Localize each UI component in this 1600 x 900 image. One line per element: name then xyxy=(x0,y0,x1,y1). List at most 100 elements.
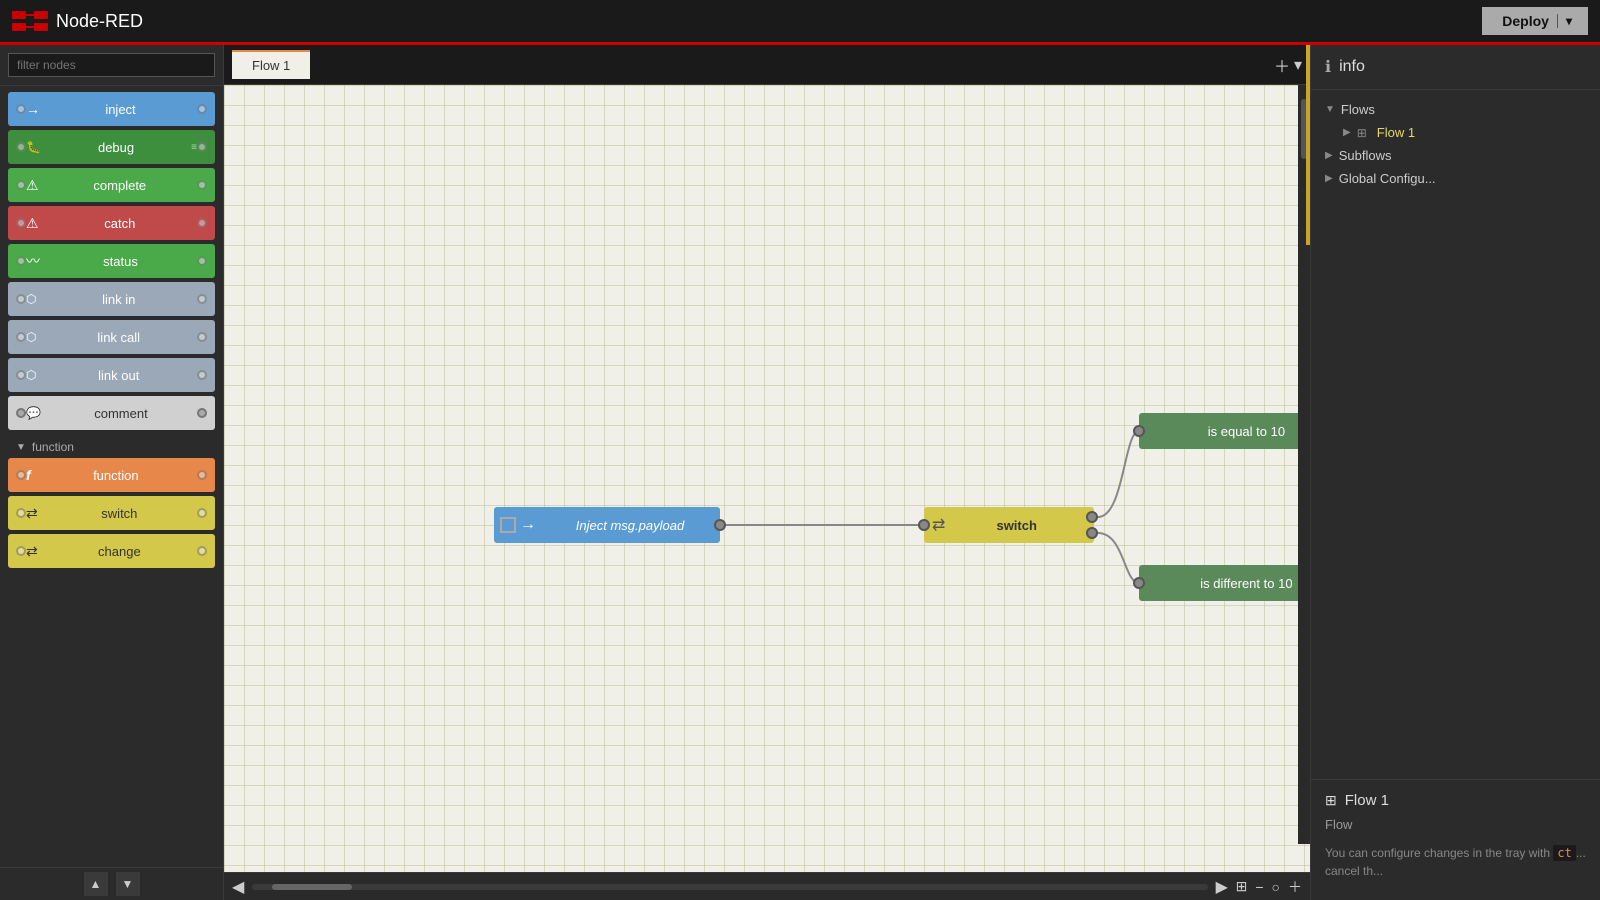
debug-label: debug xyxy=(45,140,187,155)
linkin-right-port xyxy=(197,294,207,304)
sidebar-item-change[interactable]: ⇄ change xyxy=(8,534,215,568)
linkcall-left-port xyxy=(16,332,26,342)
section-function[interactable]: ▼ function xyxy=(8,434,215,458)
selected-type: Flow xyxy=(1325,817,1586,832)
canvas-switch-node[interactable]: ⇄ switch xyxy=(924,507,1094,543)
sidebar-item-comment[interactable]: 💬 comment xyxy=(8,396,215,430)
status-right-port xyxy=(197,256,207,266)
info-title: info xyxy=(1339,58,1365,76)
add-tab-button[interactable]: ＋ xyxy=(1274,53,1290,77)
flow1-chevron: ▶ xyxy=(1343,127,1351,138)
tab-flow1-label: Flow 1 xyxy=(252,58,290,73)
scroll-up-button[interactable]: ▲ xyxy=(84,872,108,896)
status-icon: 〰 xyxy=(26,251,40,271)
switch-node-in-port xyxy=(918,519,930,531)
linkin-icon: ⬡ xyxy=(26,292,36,306)
deploy-arrow-icon: ▾ xyxy=(1557,14,1572,28)
switch-label: switch xyxy=(42,506,197,521)
tab-menu-button[interactable]: ▾ xyxy=(1294,53,1302,77)
right-panel-header: ℹ info xyxy=(1311,45,1600,90)
linkin-label: link in xyxy=(40,292,197,307)
scroll-down-button[interactable]: ▼ xyxy=(116,872,140,896)
sidebar-item-link-out[interactable]: ⬡ link out xyxy=(8,358,215,392)
sidebar-item-function[interactable]: f function xyxy=(8,458,215,492)
sidebar-item-link-call[interactable]: ⬡ link call xyxy=(8,320,215,354)
canvas-zoom-in-button[interactable]: ＋ xyxy=(1288,877,1302,897)
catch-icon: ⚠ xyxy=(26,215,39,232)
info-icon: ℹ xyxy=(1325,57,1331,77)
connections-svg xyxy=(224,85,1310,872)
catch-left-port xyxy=(16,218,26,228)
sidebar-item-status[interactable]: 〰 status xyxy=(8,244,215,278)
canvas-zoom-reset-button[interactable]: ○ xyxy=(1272,879,1280,895)
right-panel-tree: ▼ Flows ▶ ⊞ Flow 1 ▶ Subflows ▶ Global C… xyxy=(1311,90,1600,779)
inject-arrow-icon: → xyxy=(520,516,536,534)
tree-subflows[interactable]: ▶ Subflows xyxy=(1319,144,1592,167)
sidebar-item-link-in[interactable]: ⬡ link in xyxy=(8,282,215,316)
status-label: status xyxy=(44,254,197,269)
deploy-button[interactable]: Deploy ▾ xyxy=(1482,7,1588,35)
catch-right-port xyxy=(197,218,207,228)
complete-label: complete xyxy=(43,178,197,193)
canvas-diff-node[interactable]: is different to 10 ≡ xyxy=(1139,565,1310,601)
search-input[interactable] xyxy=(8,53,215,77)
tree-flow1[interactable]: ▶ ⊞ Flow 1 xyxy=(1319,121,1592,144)
main-area: → inject 🐛 debug ≡ ⚠ complete xyxy=(0,45,1600,900)
canvas-zoom-out-button[interactable]: − xyxy=(1255,879,1263,895)
hscroll-track[interactable] xyxy=(252,884,1208,890)
linkout-left-port xyxy=(16,370,26,380)
sidebar-scroll-arrows: ▲ ▼ xyxy=(0,867,223,900)
tree-flows[interactable]: ▼ Flows xyxy=(1319,98,1592,121)
canvas-inject-node[interactable]: → Inject msg.payload xyxy=(494,507,720,543)
sidebar: → inject 🐛 debug ≡ ⚠ complete xyxy=(0,45,224,900)
sidebar-item-catch[interactable]: ⚠ catch xyxy=(8,206,215,240)
switch-arrow-icon: ⇄ xyxy=(932,515,945,535)
function-label: function xyxy=(35,468,197,483)
inject-node-out-port xyxy=(714,519,726,531)
comment-label: comment xyxy=(45,406,197,421)
switch-node-label: switch xyxy=(953,518,1080,533)
switch-out-port-2 xyxy=(1086,527,1098,539)
right-panel: ℹ info ▼ Flows ▶ ⊞ Flow 1 ▶ Subflows ▶ xyxy=(1310,45,1600,900)
sidebar-item-inject[interactable]: → inject xyxy=(8,92,215,126)
tab-flow1[interactable]: Flow 1 xyxy=(232,50,310,79)
sidebar-item-switch[interactable]: ⇄ switch xyxy=(8,496,215,530)
desc-text: You can configure changes in the tray wi… xyxy=(1325,846,1553,860)
catch-label: catch xyxy=(43,216,197,231)
complete-icon: ⚠ xyxy=(26,177,39,194)
change-right-port xyxy=(197,546,207,556)
selected-description: You can configure changes in the tray wi… xyxy=(1325,836,1586,888)
app-title: Node-RED xyxy=(56,11,143,32)
globalconfig-chevron: ▶ xyxy=(1325,173,1333,184)
inject-node-label: Inject msg.payload xyxy=(540,518,720,533)
scroll-left-arrow: ◀ xyxy=(232,877,244,897)
complete-right-port xyxy=(197,180,207,190)
status-left-port xyxy=(16,256,26,266)
complete-left-port xyxy=(16,180,26,190)
debug-icon: 🐛 xyxy=(26,140,41,154)
debug-right-port xyxy=(197,142,207,152)
right-panel-selected: ⊞ Flow 1 Flow You can configure changes … xyxy=(1311,779,1600,900)
change-label: change xyxy=(42,544,197,559)
canvas-area: Flow 1 ＋ ▾ → xyxy=(224,45,1310,900)
canvas-wrapper: → Inject msg.payload ⇄ switch xyxy=(224,85,1310,872)
switch-icon: ⇄ xyxy=(26,505,38,522)
inject-left-port xyxy=(16,104,26,114)
function-icon: f xyxy=(26,467,31,483)
tree-global-config[interactable]: ▶ Global Configu... xyxy=(1319,167,1592,190)
linkcall-label: link call xyxy=(40,330,197,345)
node-list: → inject 🐛 debug ≡ ⚠ complete xyxy=(0,86,223,867)
canvas-map-button[interactable]: ⊞ xyxy=(1236,878,1248,895)
subflows-label: Subflows xyxy=(1339,148,1392,163)
function-right-port xyxy=(197,470,207,480)
linkcall-right-port xyxy=(197,332,207,342)
selected-title-row: ⊞ Flow 1 xyxy=(1325,792,1586,809)
canvas-bottom-bar: ◀ ▶ ⊞ − ○ ＋ xyxy=(224,872,1310,900)
sidebar-item-complete[interactable]: ⚠ complete xyxy=(8,168,215,202)
sidebar-item-debug[interactable]: 🐛 debug ≡ xyxy=(8,130,215,164)
canvas-equal-node[interactable]: is equal to 10 ≡ xyxy=(1139,413,1310,449)
equal-node-label: is equal to 10 xyxy=(1139,424,1310,439)
canvas[interactable]: → Inject msg.payload ⇄ switch xyxy=(224,85,1310,872)
selected-title: Flow 1 xyxy=(1345,792,1389,809)
linkout-icon: ⬡ xyxy=(26,368,36,382)
